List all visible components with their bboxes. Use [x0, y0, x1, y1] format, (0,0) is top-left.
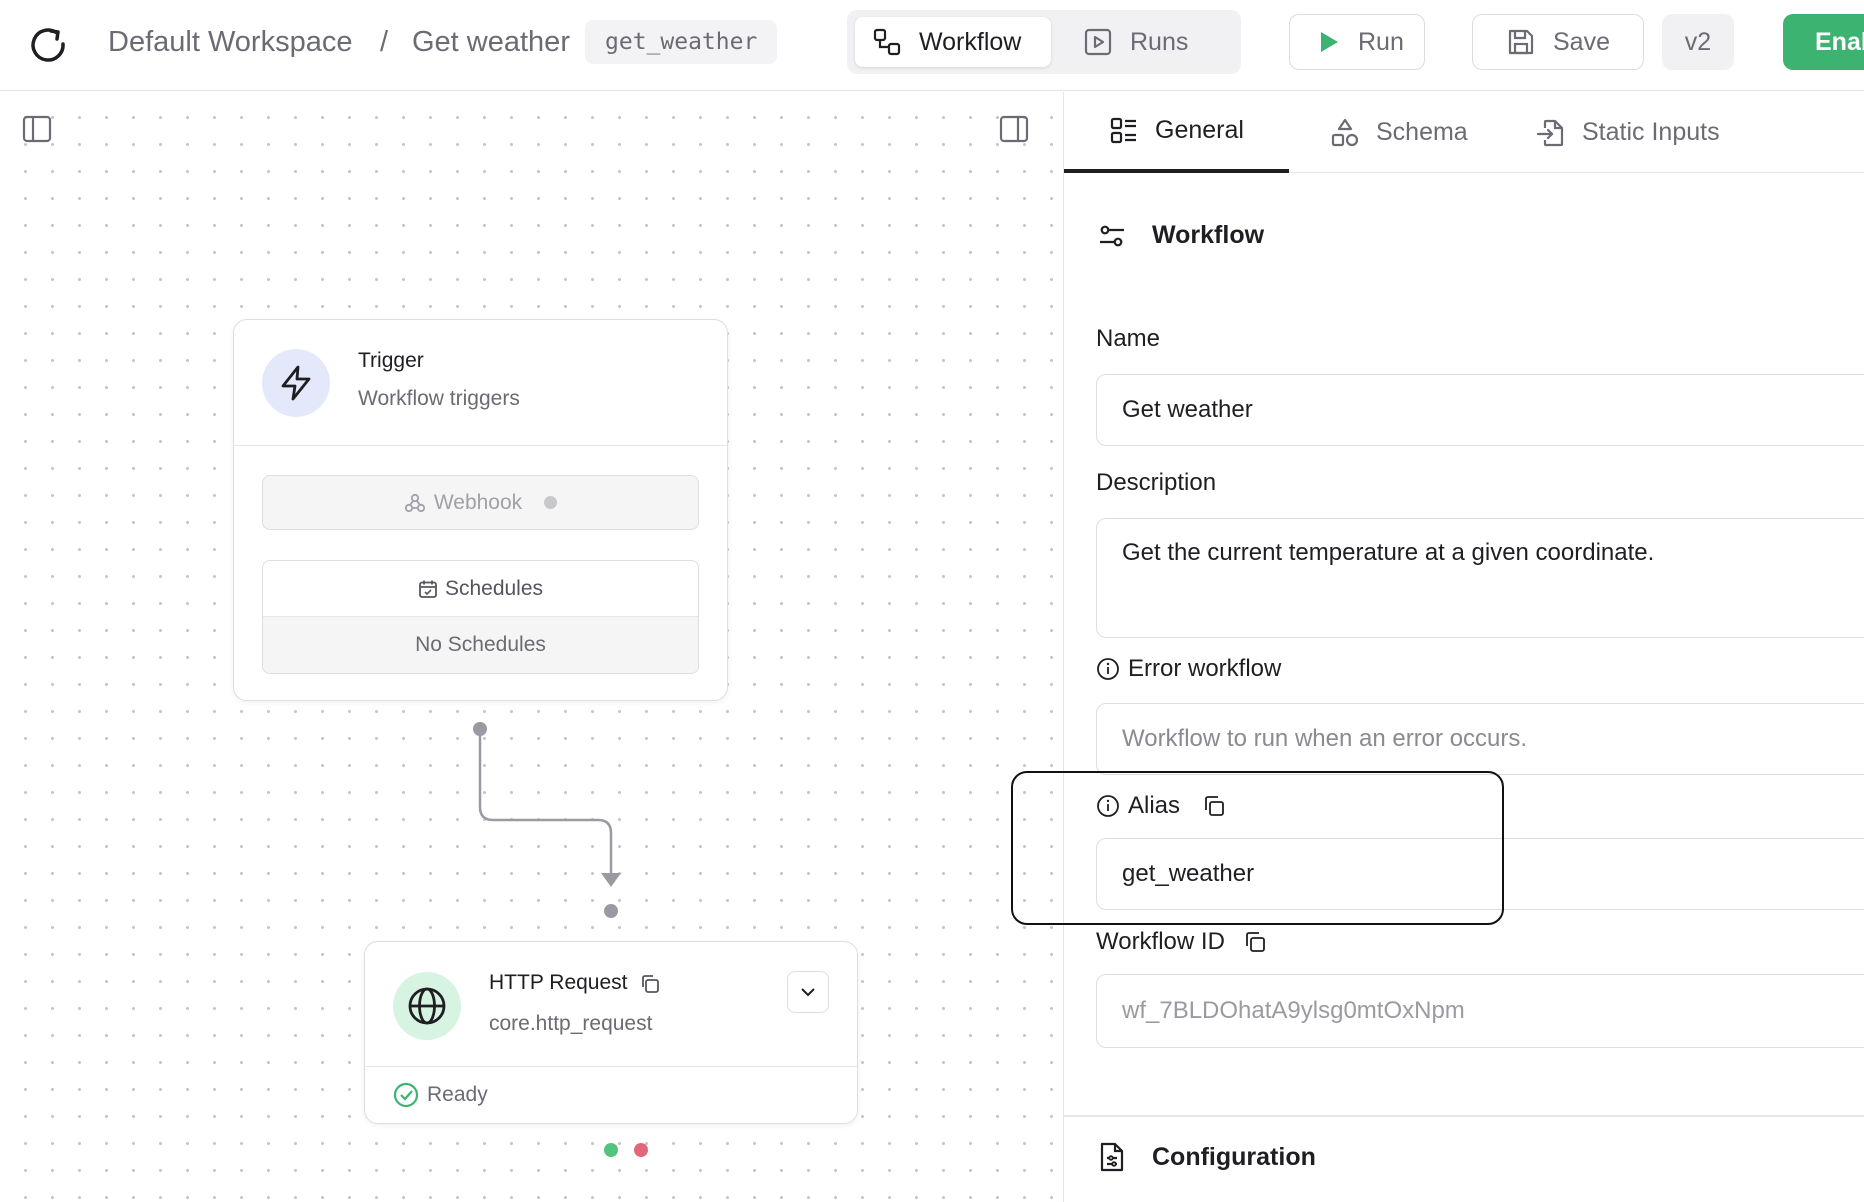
tab-static-inputs[interactable]: Static Inputs [1536, 92, 1720, 173]
section-divider [1064, 1115, 1864, 1117]
tab-schema[interactable]: Schema [1330, 92, 1468, 173]
webhook-button[interactable]: Webhook [262, 475, 699, 530]
view-switcher: Workflow Runs [847, 10, 1241, 74]
check-circle-icon [393, 1082, 419, 1108]
tab-runs[interactable]: Runs [1084, 17, 1224, 67]
description-textarea[interactable]: Get the current temperature at a given c… [1096, 518, 1864, 638]
trigger-node[interactable]: Trigger Workflow triggers Webhook Schedu… [233, 319, 728, 701]
configuration-section-header[interactable]: Configuration [1098, 1142, 1316, 1172]
webhook-label: Webhook [433, 490, 523, 514]
error-workflow-select[interactable]: Workflow to run when an error occurs. [1096, 703, 1864, 775]
sidebar-right-toggle-icon[interactable] [998, 113, 1030, 145]
http-node-title: HTTP Request [489, 971, 628, 994]
enable-workflow-button[interactable]: Enal [1783, 14, 1864, 70]
tab-workflow[interactable]: Workflow [855, 17, 1051, 67]
save-icon [1508, 29, 1534, 55]
info-icon [1097, 658, 1119, 680]
sidebar-left-toggle-icon[interactable] [21, 113, 53, 145]
schedules-box: Schedules No Schedules [262, 560, 699, 674]
copy-alias-icon[interactable] [1202, 794, 1226, 818]
top-bar: Default Workspace / Get weather get_weat… [0, 0, 1864, 91]
version-badge[interactable]: v2 [1662, 14, 1734, 70]
tab-general[interactable]: General [1064, 92, 1289, 173]
tab-general-label: General [1155, 116, 1244, 144]
trigger-icon-badge [262, 349, 330, 417]
document-settings-icon [1100, 1142, 1124, 1172]
tab-runs-label: Runs [1130, 27, 1189, 56]
configuration-section-title: Configuration [1152, 1142, 1316, 1171]
http-request-node[interactable]: HTTP Request core.http_request Ready [364, 941, 858, 1124]
webhook-icon [404, 493, 425, 512]
workflow-icon [873, 28, 901, 56]
http-node-status: Ready [427, 1083, 488, 1106]
workflow-id-field: wf_7BLDOhatA9ylsg0mtOxNpm [1096, 974, 1864, 1048]
play-icon [1321, 32, 1338, 52]
tab-workflow-label: Workflow [919, 27, 1022, 56]
error-workflow-label-row: Error workflow [1096, 655, 1281, 683]
tab-static-inputs-label: Static Inputs [1582, 118, 1720, 146]
copy-icon[interactable] [640, 974, 660, 994]
run-button[interactable]: Run [1289, 14, 1425, 70]
workflow-id-label: Workflow ID [1096, 928, 1225, 955]
alias-label-row: Alias [1096, 792, 1234, 820]
schedules-header[interactable]: Schedules [263, 561, 698, 617]
workflow-section-title: Workflow [1152, 221, 1265, 249]
list-layout-icon [1110, 117, 1136, 143]
alias-label: Alias [1128, 792, 1181, 819]
chevron-down-icon [801, 988, 815, 997]
trigger-node-subtitle: Workflow triggers [358, 387, 520, 410]
name-label: Name [1096, 325, 1161, 352]
run-button-label: Run [1358, 27, 1404, 56]
app-logo-icon[interactable] [24, 22, 72, 70]
http-node-action: core.http_request [489, 1012, 653, 1035]
http-input-handle[interactable] [604, 904, 618, 918]
globe-icon [408, 987, 446, 1025]
workflow-id-label-row: Workflow ID [1096, 928, 1275, 956]
workflow-canvas[interactable]: Trigger Workflow triggers Webhook Schedu… [0, 92, 1063, 1202]
settings-tabs: General Schema Static Inputs [1064, 92, 1864, 173]
http-node-status-bar: Ready [365, 1066, 857, 1123]
alias-input[interactable]: get_weather [1096, 838, 1864, 910]
calendar-icon [419, 580, 437, 598]
copy-workflow-id-icon[interactable] [1243, 930, 1267, 954]
http-error-handle[interactable] [634, 1143, 648, 1157]
breadcrumb-separator: / [380, 26, 389, 58]
schedules-label: Schedules [444, 576, 544, 600]
tab-schema-label: Schema [1376, 118, 1468, 146]
shapes-icon [1331, 118, 1359, 146]
webhook-status-dot [544, 496, 558, 509]
expand-node-button[interactable] [787, 971, 829, 1013]
file-input-icon [1536, 119, 1564, 146]
trigger-node-title: Trigger [358, 349, 424, 372]
save-button[interactable]: Save [1472, 14, 1644, 70]
workflow-alias-chip: get_weather [585, 20, 778, 64]
http-icon-badge [393, 972, 461, 1040]
description-label: Description [1096, 469, 1217, 496]
name-input[interactable]: Get weather [1096, 374, 1864, 446]
trigger-node-header: Trigger Workflow triggers [234, 320, 727, 446]
http-success-handle[interactable] [604, 1143, 618, 1157]
save-button-label: Save [1553, 27, 1610, 56]
info-icon [1097, 795, 1119, 817]
workflow-settings-panel: General Schema Static Inputs Workflow Na… [1063, 92, 1864, 1202]
settings-sliders-icon [1100, 225, 1124, 246]
lightning-icon [281, 365, 311, 401]
breadcrumb-workspace[interactable]: Default Workspace [108, 24, 352, 60]
trigger-output-handle[interactable] [473, 722, 487, 736]
schedules-empty-state: No Schedules [263, 617, 698, 673]
error-workflow-label: Error workflow [1128, 655, 1282, 682]
workflow-section-header: Workflow [1098, 221, 1264, 250]
breadcrumb-workflow-title: Get weather [412, 26, 570, 58]
play-square-icon [1084, 28, 1112, 56]
